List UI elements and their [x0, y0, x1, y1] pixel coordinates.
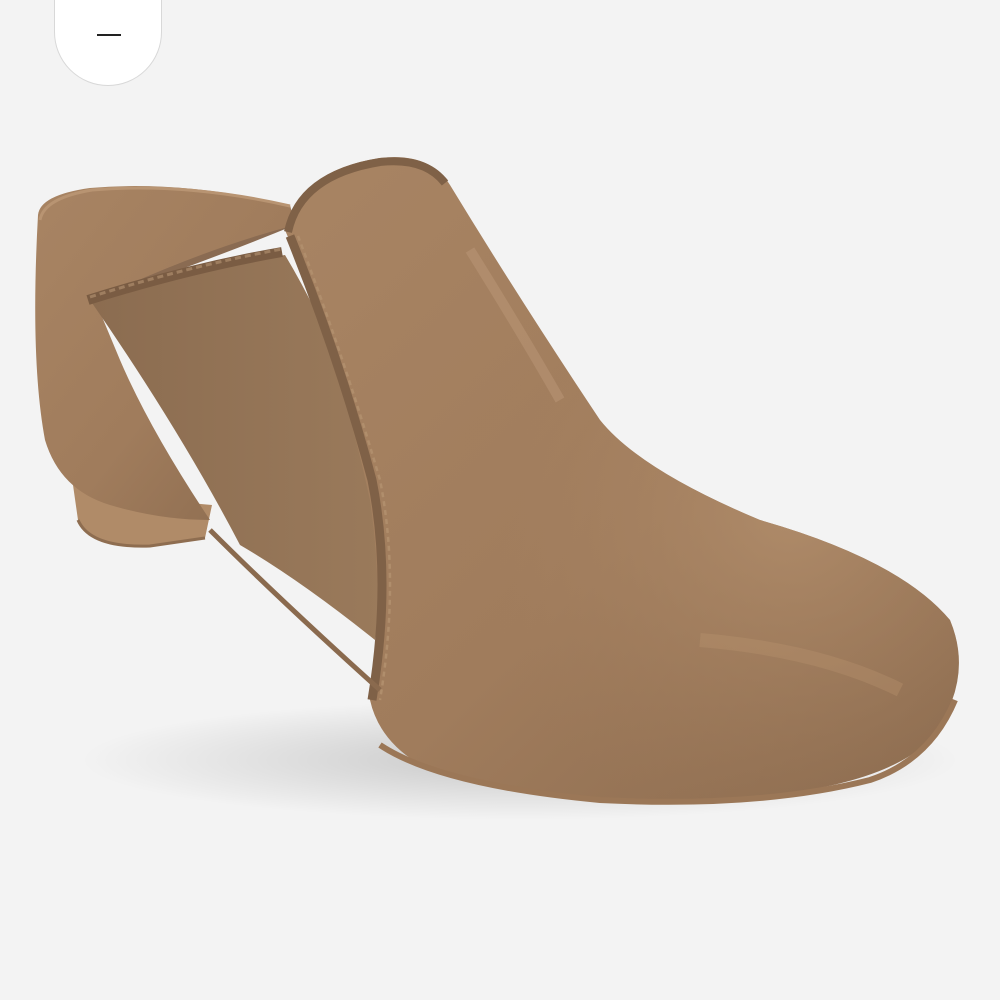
product-image[interactable] — [0, 0, 1000, 1000]
minus-icon — [97, 34, 121, 36]
product-image-viewer — [0, 0, 1000, 1000]
